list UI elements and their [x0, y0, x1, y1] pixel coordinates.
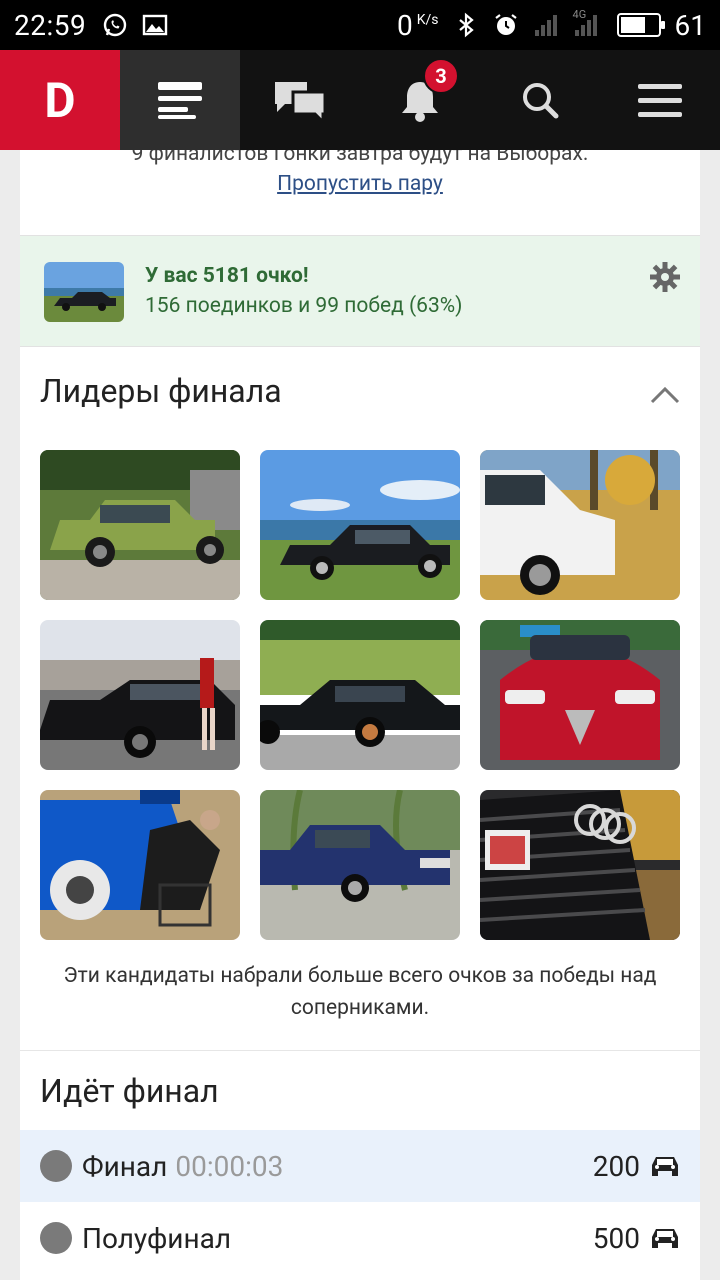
app-nav-bar: D 3 — [0, 50, 720, 150]
signal-4g-icon: 4G — [573, 8, 603, 38]
leader-car-6[interactable] — [480, 620, 680, 770]
score-title: У вас 5181 очко! — [145, 264, 309, 288]
image-icon — [143, 14, 168, 36]
battery-icon — [616, 13, 665, 37]
final-title: Идёт финал — [40, 1072, 219, 1110]
main-content: 9 финалистов Гонки завтра будут на Выбор… — [20, 150, 700, 1280]
status-dot — [40, 1222, 72, 1254]
signal-icon — [534, 15, 557, 36]
intro-section: 9 финалистов Гонки завтра будут на Выбор… — [20, 150, 700, 196]
car-icon — [652, 1229, 678, 1248]
bluetooth-icon — [458, 12, 474, 38]
net-unit: K/s — [416, 11, 439, 28]
status-time: 22:59 — [14, 8, 87, 42]
brand-logo-button[interactable]: D — [0, 50, 120, 150]
final-row-count: 200 — [592, 1149, 640, 1183]
final-row-label: Финал — [82, 1149, 168, 1183]
final-row-final[interactable]: Финал 00:00:03 200 — [20, 1130, 700, 1202]
notifications-tab[interactable]: 3 — [360, 50, 480, 150]
battery-level: 61 — [674, 8, 706, 42]
status-dot — [40, 1150, 72, 1182]
leaders-caption: Эти кандидаты набрали больше всего очков… — [63, 964, 657, 1020]
search-icon — [523, 83, 559, 119]
alarm-icon — [494, 14, 517, 35]
brand-letter: D — [44, 71, 76, 129]
leaders-title: Лидеры финала — [40, 372, 282, 410]
net-speed: 0 — [396, 8, 413, 42]
chat-icon — [275, 82, 327, 122]
whatsapp-icon — [104, 13, 127, 37]
gear-icon — [650, 262, 680, 292]
final-row-timer: 00:00:03 — [175, 1149, 284, 1183]
messages-tab[interactable] — [240, 50, 360, 150]
feed-tab[interactable] — [120, 50, 240, 150]
final-row-semifinal[interactable]: Полуфинал 500 — [20, 1202, 700, 1274]
skip-pair-link[interactable]: Пропустить пару — [277, 172, 443, 196]
score-summary: У вас 5181 очко! 156 поединков и 99 побе… — [20, 235, 700, 347]
leader-car-5[interactable] — [260, 620, 460, 770]
leader-car-7[interactable] — [40, 790, 240, 940]
menu-tab[interactable] — [600, 50, 720, 150]
user-car-thumbnail — [44, 262, 124, 322]
status-bar: 22:59 0 K/s 4G 61 — [0, 0, 720, 50]
car-icon — [652, 1157, 678, 1176]
leader-car-4[interactable] — [40, 620, 240, 770]
leader-car-9[interactable] — [480, 790, 680, 940]
leader-car-3[interactable] — [480, 450, 680, 600]
score-stats: 156 поединков и 99 побед (63%) — [145, 294, 463, 318]
notification-badge: 3 — [423, 58, 459, 94]
semifinal-row-count: 500 — [592, 1221, 640, 1255]
leader-car-1[interactable] — [40, 450, 240, 600]
hamburger-menu-icon — [638, 84, 682, 117]
leader-car-2[interactable] — [260, 450, 460, 600]
section-divider — [20, 1050, 700, 1051]
finalists-text: 9 финалистов Гонки завтра будут на Выбор… — [131, 150, 589, 166]
feed-icon — [158, 82, 202, 119]
chevron-up-icon[interactable] — [650, 384, 680, 404]
leader-car-8[interactable] — [260, 790, 460, 940]
search-tab[interactable] — [480, 50, 600, 150]
settings-button[interactable] — [650, 262, 680, 296]
semifinal-row-label: Полуфинал — [82, 1221, 232, 1255]
leaders-grid — [40, 450, 680, 940]
